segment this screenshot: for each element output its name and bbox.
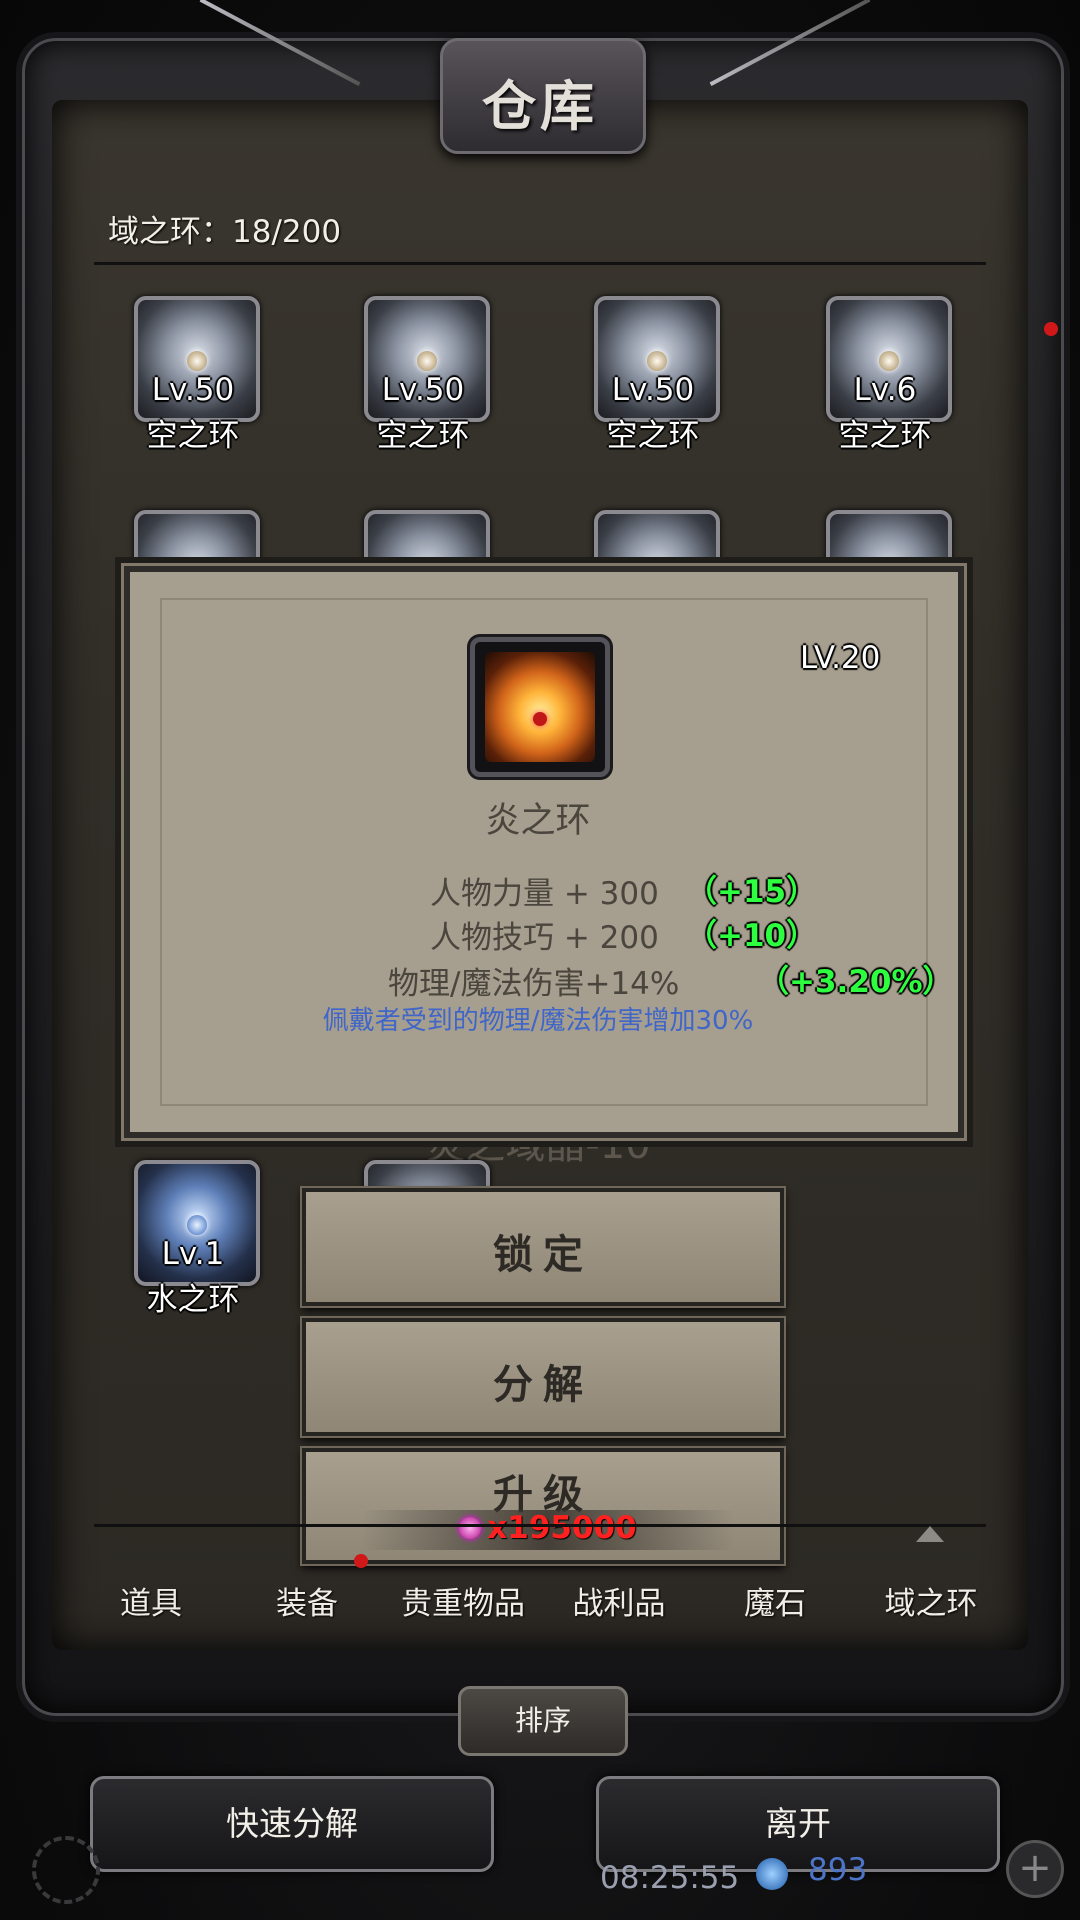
- leave-button[interactable]: 离开: [596, 1776, 1000, 1872]
- add-icon[interactable]: +: [1006, 1840, 1064, 1898]
- slot-name: 空之环: [376, 418, 470, 454]
- divider: [94, 262, 986, 265]
- slot-name: 空之环: [838, 418, 932, 454]
- ring-gem-icon: [879, 351, 899, 372]
- tab-items[interactable]: 道具: [76, 1578, 226, 1623]
- quick-decompose-button[interactable]: 快速分解: [90, 1776, 494, 1872]
- clock: 08:25:55: [600, 1860, 740, 1896]
- flame-ring-icon: [470, 637, 610, 777]
- slot-level: Lv.6: [853, 372, 917, 408]
- soul-coin-icon: [459, 1517, 482, 1539]
- active-tab-marker: [916, 1526, 944, 1542]
- tab-domain-rings[interactable]: 域之环: [856, 1578, 1006, 1623]
- ring-gem-icon: [187, 351, 207, 372]
- storage-counter: 域之环：18/200: [108, 214, 342, 250]
- slot-name: 水之环: [146, 1282, 240, 1318]
- stat-strength: 人物力量 + 300: [430, 876, 659, 912]
- upgrade-button[interactable]: 升级 x195000: [302, 1448, 784, 1564]
- ring-gem-icon: [187, 1215, 207, 1236]
- item-description: 佩戴者受到的物理/魔法伤害增加30%: [322, 1006, 754, 1036]
- lock-label: 锁定: [493, 1232, 593, 1278]
- slot-name: 空之环: [606, 418, 700, 454]
- item-name: 炎之环: [485, 801, 591, 841]
- ring-gem-icon: [647, 351, 667, 372]
- tab-equipment[interactable]: 装备: [232, 1578, 382, 1623]
- tab-magic-stones[interactable]: 魔石: [700, 1578, 850, 1623]
- item-level: LV.20: [800, 640, 881, 676]
- tab-loot[interactable]: 战利品: [544, 1578, 694, 1623]
- tab-valuables[interactable]: 贵重物品: [388, 1578, 538, 1623]
- upgrade-cost: x195000: [362, 1510, 734, 1550]
- slot-level: Lv.50: [151, 372, 235, 408]
- lock-button[interactable]: 锁定: [302, 1188, 784, 1306]
- notification-dot: [354, 1554, 368, 1568]
- settings-gear-icon[interactable]: [32, 1836, 100, 1904]
- stat-skill: 人物技巧 + 200: [430, 920, 659, 956]
- stat-skill-bonus: （+10）: [686, 918, 818, 954]
- decompose-label: 分解: [493, 1362, 593, 1408]
- tabs-divider: [94, 1524, 986, 1527]
- slot-level: Lv.1: [161, 1236, 225, 1272]
- notification-dot: [1044, 322, 1058, 336]
- ring-gem-icon: [417, 351, 437, 372]
- stat-strength-bonus: （+15）: [686, 874, 818, 910]
- blue-gem-icon: [756, 1858, 788, 1890]
- window-title: 仓库: [482, 74, 598, 138]
- stat-damage: 物理/魔法伤害+14%: [388, 966, 680, 1002]
- slot-level: Lv.50: [611, 372, 695, 408]
- slot-level: Lv.50: [381, 372, 465, 408]
- gem-count: 893: [808, 1852, 868, 1888]
- stat-damage-bonus: （+3.20%）: [758, 964, 954, 1000]
- upgrade-cost-amount: x195000: [487, 1510, 637, 1546]
- decompose-button[interactable]: 分解: [302, 1318, 784, 1436]
- sort-button[interactable]: 排序: [458, 1686, 628, 1756]
- slot-name: 空之环: [146, 418, 240, 454]
